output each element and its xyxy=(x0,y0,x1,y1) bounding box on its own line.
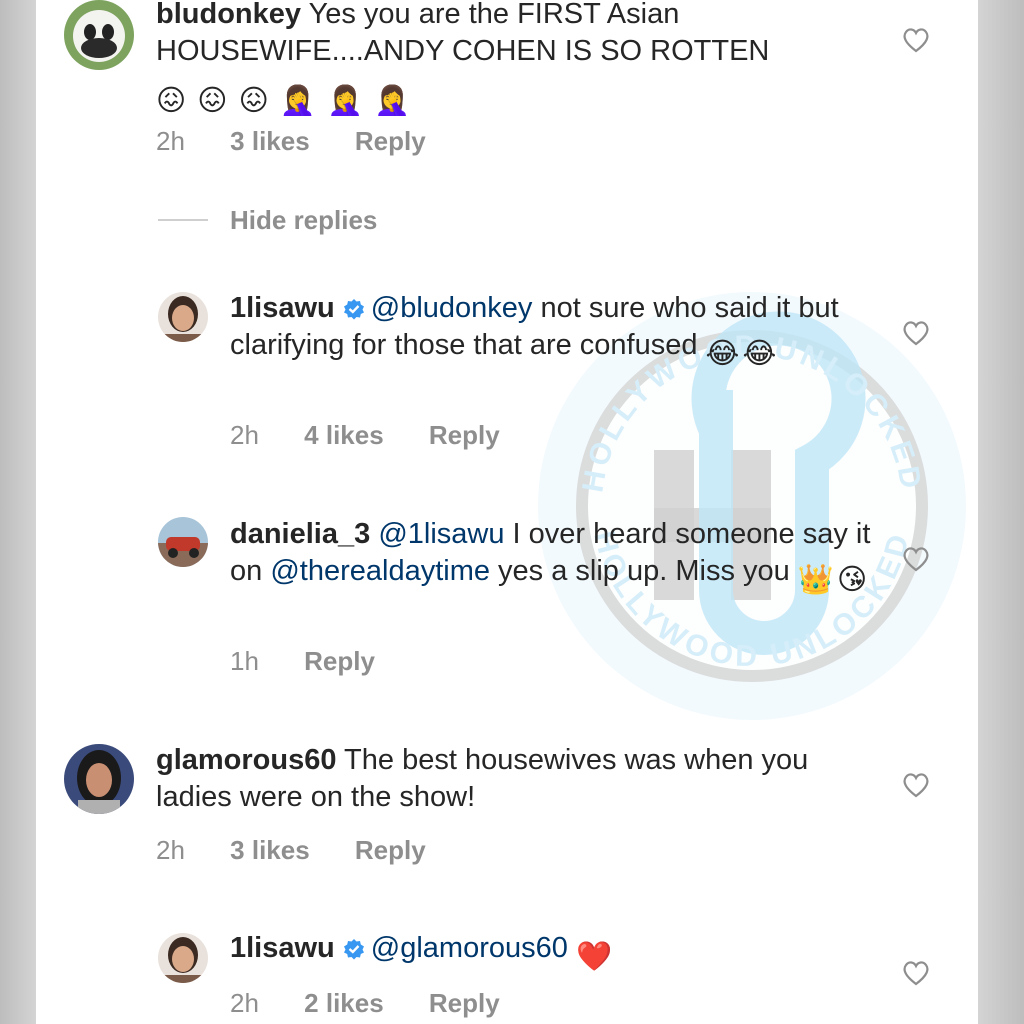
red-heart-emoji: ❤️ xyxy=(575,941,613,973)
likes-count[interactable]: 4 likes xyxy=(304,420,384,450)
username[interactable]: bludonkey xyxy=(156,0,301,30)
like-heart-icon[interactable] xyxy=(902,27,930,53)
reply-button[interactable]: Reply xyxy=(429,988,500,1018)
reply-button[interactable]: Reply xyxy=(355,835,426,865)
tears-of-joy-emoji: 😂 xyxy=(742,338,777,370)
comment-meta-danielia-3: 1h Reply xyxy=(230,646,413,677)
facepalm-emoji: 🤦‍♀️ xyxy=(279,85,316,117)
facepalm-emoji: 🤦‍♀️ xyxy=(374,85,411,117)
comment-bludonkey: bludonkey Yes you are the FIRST Asian HO… xyxy=(156,0,876,120)
timestamp: 2h xyxy=(230,988,259,1018)
mention-link[interactable]: @1lisawu xyxy=(378,518,504,550)
comment-body: yes a slip up. Miss you xyxy=(498,555,790,587)
username[interactable]: 1lisawu xyxy=(230,292,335,324)
comment-meta-1lisawu-2: 2h 2 likes Reply xyxy=(230,988,538,1019)
mention-link[interactable]: @glamorous60 xyxy=(371,932,568,964)
mention-link[interactable]: @bludonkey xyxy=(371,292,533,324)
avatar-1lisawu[interactable] xyxy=(158,933,208,983)
verified-badge-icon xyxy=(343,939,364,960)
reply-1lisawu-2: 1lisawu @glamorous60 ❤️ xyxy=(230,930,870,976)
tears-of-joy-emoji: 😂 xyxy=(705,338,740,370)
reply-button[interactable]: Reply xyxy=(429,420,500,450)
like-heart-icon[interactable] xyxy=(902,772,930,798)
crown-emoji: 👑 xyxy=(797,564,834,596)
avatar-glamorous60[interactable] xyxy=(64,744,134,814)
left-device-edge xyxy=(0,0,36,1024)
like-heart-icon[interactable] xyxy=(902,320,930,346)
comment-meta-1lisawu-1: 2h 4 likes Reply xyxy=(230,420,538,451)
confounded-face-emoji: 😖 xyxy=(238,85,269,117)
username[interactable]: 1lisawu xyxy=(230,932,335,964)
timestamp: 2h xyxy=(156,126,185,156)
hide-replies-divider xyxy=(158,219,208,221)
kissing-face-emoji: 😘 xyxy=(836,564,868,596)
reply-button[interactable]: Reply xyxy=(304,646,375,676)
facepalm-emoji: 🤦‍♀️ xyxy=(327,85,364,117)
likes-count[interactable]: 3 likes xyxy=(230,835,310,865)
reply-1lisawu-1: 1lisawu @bludonkey not sure who said it b… xyxy=(230,290,870,373)
like-heart-icon[interactable] xyxy=(902,960,930,986)
comment-meta-glamorous60: 2h 3 likes Reply xyxy=(156,835,464,866)
username[interactable]: danielia_3 xyxy=(230,518,370,550)
confounded-face-emoji: 😖 xyxy=(156,85,187,117)
comments-panel: HOLLYWOOD UNLOCKED HOLLYWOOD UNLOCKED bl… xyxy=(36,0,978,1024)
verified-badge-icon xyxy=(343,299,364,320)
likes-count[interactable]: 2 likes xyxy=(304,988,384,1018)
mention-link[interactable]: @therealdaytime xyxy=(270,555,490,587)
timestamp: 1h xyxy=(230,646,259,676)
reply-button[interactable]: Reply xyxy=(355,126,426,156)
reply-danielia-3: danielia_3 @1lisawu I over heard someone… xyxy=(230,516,890,599)
avatar-1lisawu[interactable] xyxy=(158,292,208,342)
likes-count[interactable]: 3 likes xyxy=(230,126,310,156)
comment-meta-bludonkey: 2h 3 likes Reply xyxy=(156,126,464,157)
hide-replies-label: Hide replies xyxy=(230,205,378,235)
username[interactable]: glamorous60 xyxy=(156,744,337,776)
timestamp: 2h xyxy=(230,420,259,450)
avatar-bludonkey[interactable] xyxy=(64,0,134,70)
confounded-face-emoji: 😖 xyxy=(197,85,228,117)
hide-replies-button[interactable]: Hide replies xyxy=(158,205,377,236)
avatar-danielia-3[interactable] xyxy=(158,517,208,567)
comment-glamorous60: glamorous60 The best housewives was when… xyxy=(156,742,876,816)
right-device-edge xyxy=(978,0,1024,1024)
like-heart-icon[interactable] xyxy=(902,546,930,572)
timestamp: 2h xyxy=(156,835,185,865)
